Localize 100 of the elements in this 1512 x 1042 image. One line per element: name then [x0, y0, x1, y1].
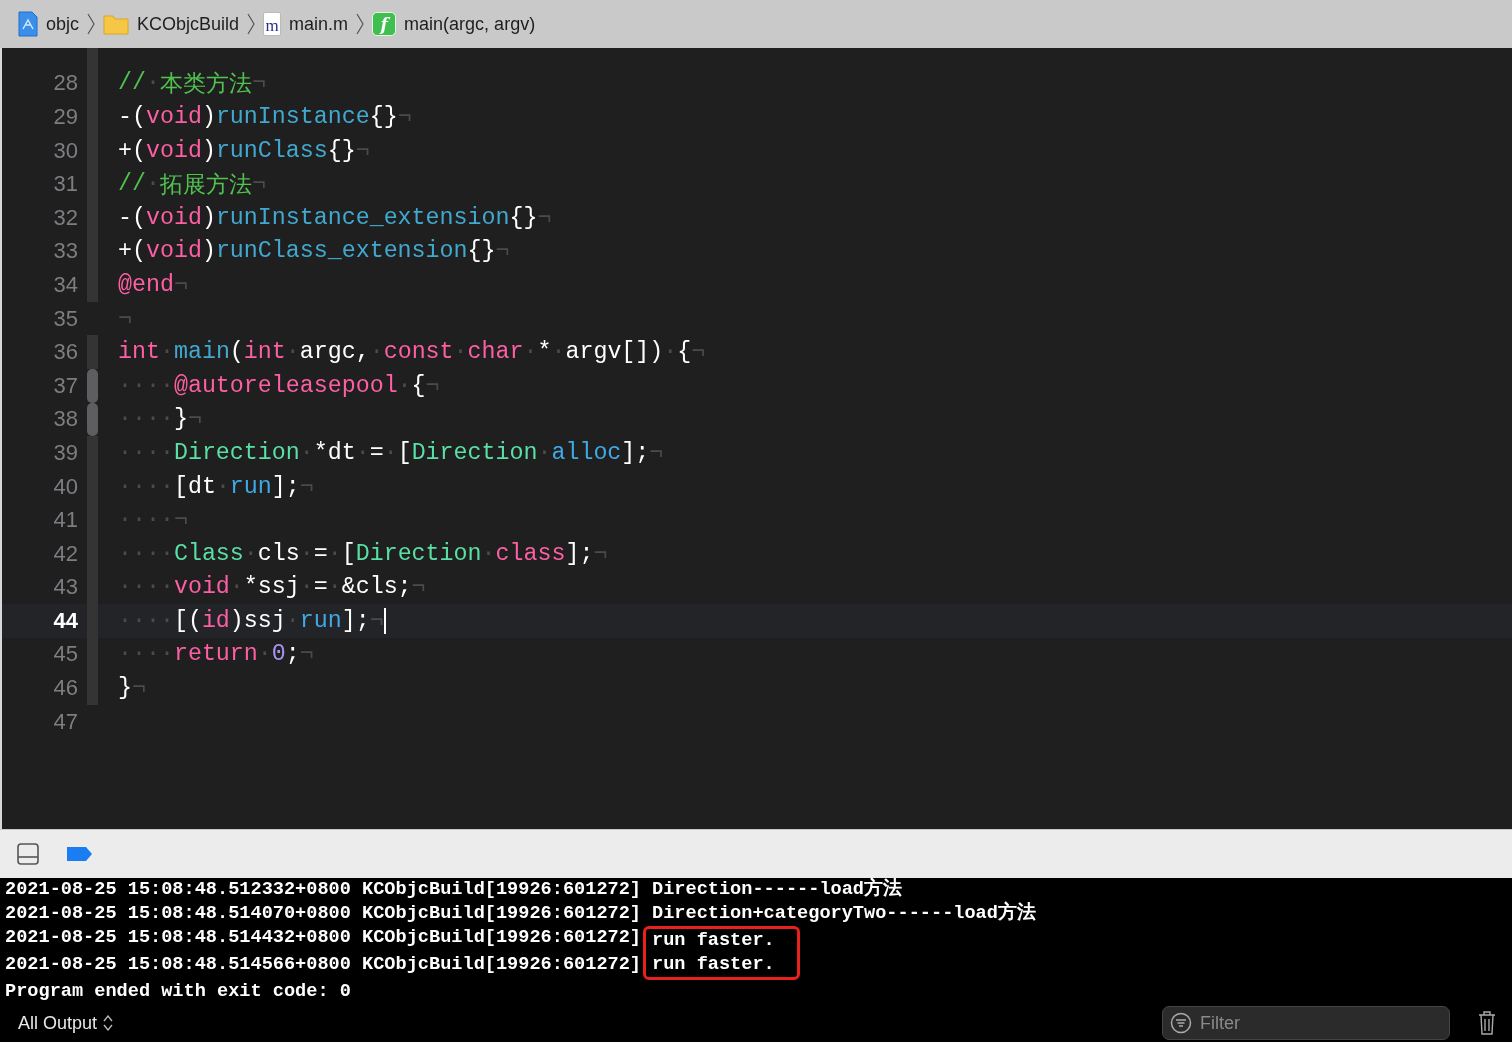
line-number: 36: [52, 339, 78, 366]
code-text: cls: [257, 540, 300, 567]
console-message: Direction+categoryTwo------load方法: [652, 902, 1036, 926]
code-text: =: [313, 574, 328, 601]
whitespace-marks: ·: [327, 540, 342, 567]
whitespace-marks: ¬: [411, 574, 426, 601]
whitespace-marks: ·: [327, 574, 342, 601]
whitespace-marks: ¬: [299, 641, 314, 668]
code-text: )ssj: [229, 607, 286, 634]
whitespace-marks: ¬: [649, 439, 664, 466]
code-keyword: int: [118, 339, 160, 366]
code-text: [: [341, 540, 356, 567]
whitespace-marks: ····: [118, 540, 174, 567]
code-identifier: runClass: [215, 137, 328, 164]
code-text: ];: [621, 439, 650, 466]
line-number: 44: [52, 607, 78, 634]
code-method: run: [229, 473, 272, 500]
line-number: 29: [52, 104, 78, 130]
whitespace-marks: ·: [299, 540, 314, 567]
breadcrumb-label: objc: [46, 13, 80, 35]
code-keyword: @autoreleasepool: [173, 372, 398, 399]
line-number: 37: [52, 372, 78, 399]
code-text: ): [201, 204, 216, 231]
whitespace-marks: ¬: [593, 540, 608, 567]
code-keyword: return: [173, 641, 258, 668]
console-message: Direction------load方法: [652, 878, 904, 902]
folder-icon: [103, 13, 130, 35]
line-number: 42: [52, 540, 78, 567]
line-number: 46: [52, 675, 78, 702]
line-number: 33: [52, 238, 78, 265]
whitespace-marks: ····: [118, 473, 174, 500]
code-text: ): [201, 104, 216, 130]
filter-field[interactable]: Filter: [1162, 1006, 1450, 1040]
output-selector[interactable]: All Output: [18, 1012, 114, 1034]
line-number: 31: [52, 171, 78, 198]
code-comment: 拓展方法: [159, 171, 252, 200]
code-text: (: [229, 339, 244, 366]
code-keyword: void: [145, 137, 202, 164]
console-prefix: 2021-08-25 15:08:48.514566+0800 KCObjcBuild[19926:601272]: [5, 953, 641, 977]
code-text: {: [411, 372, 426, 399]
whitespace-marks: ·: [299, 574, 314, 601]
code-text: ): [201, 137, 216, 164]
whitespace-marks: ¬: [299, 473, 314, 500]
code-method: run: [299, 607, 342, 634]
whitespace-marks: ¬: [369, 607, 384, 634]
line-number: 35: [52, 305, 78, 332]
whitespace-marks: ·: [523, 339, 538, 366]
project-file-icon: [18, 11, 38, 37]
trash-icon[interactable]: [1478, 1011, 1496, 1035]
code-keyword: int: [243, 339, 286, 366]
whitespace-marks: ·: [481, 540, 496, 567]
whitespace-marks: ·: [355, 439, 370, 466]
breadcrumb-item[interactable]: m main.m: [261, 12, 351, 36]
whitespace-marks: ·: [551, 339, 566, 366]
whitespace-marks: ¬: [173, 271, 188, 298]
breadcrumb-item[interactable]: KCObjcBuild: [101, 13, 242, 35]
whitespace-marks: ·: [145, 171, 160, 198]
text-cursor: [383, 607, 386, 634]
whitespace-marks: ·: [397, 372, 412, 399]
line-number: 32: [52, 204, 78, 231]
code-text: *dt: [313, 439, 356, 466]
chevron-icon: [87, 13, 96, 35]
breadcrumb-item[interactable]: f main(argc, argv): [370, 12, 538, 36]
code-keyword: void: [173, 574, 230, 601]
breadcrumb-label: KCObjcBuild: [137, 13, 240, 35]
code-text: {}: [327, 137, 356, 164]
whitespace-marks: ¬: [397, 104, 412, 130]
file-icon: m: [263, 12, 282, 36]
code-text: }: [173, 406, 188, 433]
whitespace-marks: ¬: [495, 238, 510, 265]
code-text: {}: [369, 104, 398, 130]
console-message: run faster.: [652, 929, 775, 953]
code-text: {}: [509, 204, 538, 231]
code-text: *: [537, 339, 552, 366]
breakpoint-icon[interactable]: [67, 846, 93, 862]
panel-toggle-icon[interactable]: [17, 843, 39, 865]
code-text: -(: [118, 204, 146, 231]
whitespace-marks: ····: [118, 641, 174, 668]
console-message: run faster.: [652, 953, 775, 977]
whitespace-marks: ····: [118, 439, 174, 466]
code-comment: 本类方法: [159, 70, 252, 99]
whitespace-marks: ¬: [118, 305, 132, 332]
code-text: {: [677, 339, 692, 366]
whitespace-marks: ····: [118, 607, 174, 634]
code-keyword: id: [201, 607, 230, 634]
code-comment: //: [118, 171, 146, 198]
whitespace-marks: ·: [215, 473, 230, 500]
line-number: 47: [52, 708, 78, 735]
line-number: 40: [52, 473, 78, 500]
whitespace-marks: ·: [285, 339, 300, 366]
console-prefix: 2021-08-25 15:08:48.514432+0800 KCObjcBuild[19926:601272]: [5, 926, 641, 950]
code-text: ];: [341, 607, 370, 634]
code-number: 0: [271, 641, 286, 668]
code-text: =: [369, 439, 384, 466]
code-class-name: Direction: [355, 540, 482, 567]
whitespace-marks: ····: [118, 372, 174, 399]
up-down-chevron-icon: [103, 1015, 114, 1031]
breadcrumb-item[interactable]: objc: [16, 11, 82, 37]
whitespace-marks: ·: [257, 641, 272, 668]
line-number: 41: [52, 507, 78, 534]
